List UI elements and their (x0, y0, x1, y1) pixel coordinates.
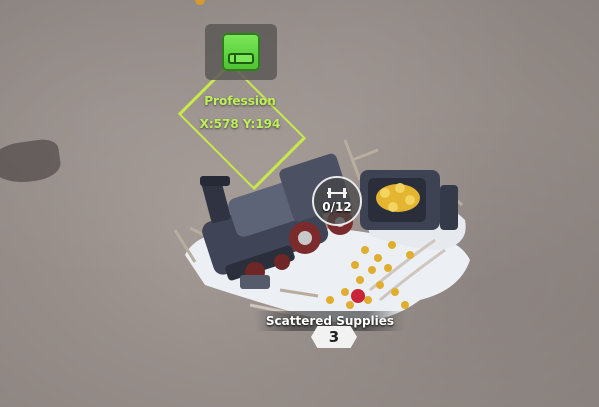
site-level-value: 3 (328, 328, 340, 346)
marker-title: Profession (204, 94, 276, 108)
marker-coordinates: X:578 Y:194 (199, 117, 281, 131)
game-map[interactable]: Profession X:578 Y:194 0/12 Scattered Su… (0, 0, 599, 407)
barbell-icon (325, 188, 349, 198)
task-progress-text: 0/12 (322, 200, 352, 214)
red-gem (351, 289, 365, 303)
mine-cart (360, 170, 458, 230)
profession-marker-button[interactable] (205, 24, 277, 80)
book-icon (222, 33, 260, 71)
site-level-badge: 3 (311, 326, 357, 348)
train-wreck-illustration[interactable] (0, 0, 599, 407)
task-progress-badge[interactable]: 0/12 (312, 176, 362, 226)
